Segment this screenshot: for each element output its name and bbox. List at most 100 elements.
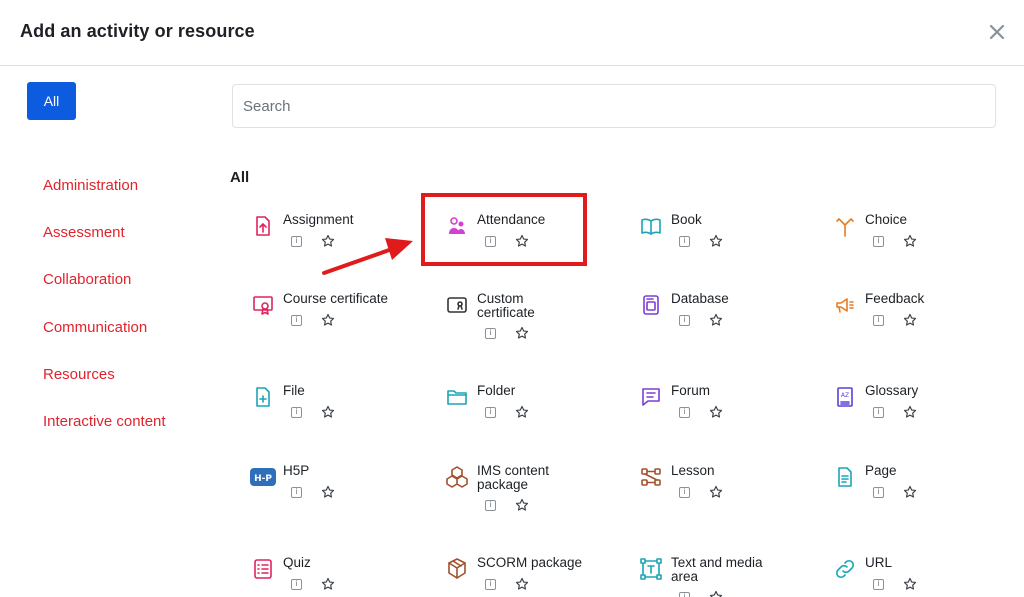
activity-text-and-media-area[interactable]: Text and media area i [638,556,818,597]
activity-name[interactable]: IMS content package [477,464,577,491]
activity-actions: i [873,234,917,248]
svg-text:AZ: AZ [841,392,849,399]
category-collaboration[interactable]: Collaboration [43,271,131,288]
activity-actions: i [485,405,529,419]
category-interactive-content[interactable]: Interactive content [43,413,166,430]
activity-name[interactable]: Feedback [865,292,1015,306]
activity-quiz[interactable]: Quiz i [250,556,430,597]
filter-all-button[interactable]: All [27,82,76,120]
activity-actions: i [291,577,335,591]
info-icon[interactable]: i [873,314,884,326]
activity-folder[interactable]: Folder i [444,384,624,444]
activity-choice[interactable]: Choice i [832,213,1012,273]
activity-name[interactable]: Book [671,213,821,227]
star-icon[interactable] [515,405,529,419]
star-icon[interactable] [321,313,335,327]
info-icon[interactable]: i [485,578,496,590]
activity-actions: i [485,577,529,591]
database-icon [638,292,664,318]
activity-name[interactable]: Lesson [671,464,821,478]
activity-name[interactable]: Assignment [283,213,433,227]
star-icon[interactable] [321,234,335,248]
activity-name[interactable]: SCORM package [477,556,627,570]
activity-feedback[interactable]: Feedback i [832,292,1012,352]
close-button[interactable] [984,19,1010,45]
activity-name[interactable]: Custom certificate [477,292,577,319]
star-icon[interactable] [903,577,917,591]
info-icon[interactable]: i [291,486,302,498]
activity-custom-certificate[interactable]: Custom certificate i [444,292,624,352]
star-icon[interactable] [321,405,335,419]
info-icon[interactable]: i [679,591,690,597]
star-icon[interactable] [515,498,529,512]
category-resources[interactable]: Resources [43,366,115,383]
activity-actions: i [291,485,335,499]
activity-name[interactable]: Glossary [865,384,1015,398]
activity-page[interactable]: Page i [832,464,1012,524]
star-icon[interactable] [709,234,723,248]
star-icon[interactable] [903,485,917,499]
activity-book[interactable]: Book i [638,213,818,273]
star-icon[interactable] [321,485,335,499]
info-icon[interactable]: i [873,578,884,590]
info-icon[interactable]: i [873,406,884,418]
activity-name[interactable]: File [283,384,433,398]
activity-database[interactable]: Database i [638,292,818,352]
activity-name[interactable]: Quiz [283,556,433,570]
star-icon[interactable] [903,405,917,419]
star-icon[interactable] [903,313,917,327]
lesson-icon [638,464,664,490]
activity-glossary[interactable]: AZ Glossary i [832,384,1012,444]
category-administration[interactable]: Administration [43,177,138,194]
info-icon[interactable]: i [679,314,690,326]
activity-name[interactable]: Database [671,292,821,306]
close-icon [989,24,1005,40]
info-icon[interactable]: i [291,406,302,418]
star-icon[interactable] [709,313,723,327]
info-icon[interactable]: i [291,314,302,326]
star-icon[interactable] [515,577,529,591]
activity-name[interactable]: Text and media area [671,556,771,583]
activity-forum[interactable]: Forum i [638,384,818,444]
activity-url[interactable]: URL i [832,556,1012,597]
star-icon[interactable] [321,577,335,591]
info-icon[interactable]: i [873,486,884,498]
info-icon[interactable]: i [679,406,690,418]
star-icon[interactable] [709,590,723,597]
activity-assignment[interactable]: Assignment i [250,213,430,273]
activity-name[interactable]: URL [865,556,1015,570]
info-icon[interactable]: i [485,327,496,339]
activity-name[interactable]: Folder [477,384,627,398]
activity-course-certificate[interactable]: Course certificate i [250,292,430,352]
star-icon[interactable] [709,485,723,499]
info-icon[interactable]: i [291,235,302,247]
info-icon[interactable]: i [291,578,302,590]
feedback-icon [832,292,858,318]
info-icon[interactable]: i [679,235,690,247]
activity-file[interactable]: File i [250,384,430,444]
category-assessment[interactable]: Assessment [43,224,125,241]
url-icon [832,556,858,582]
h5p-icon: H-P [250,464,276,490]
activity-ims-content-package[interactable]: IMS content package i [444,464,624,524]
activity-lesson[interactable]: Lesson i [638,464,818,524]
activity-name[interactable]: Forum [671,384,821,398]
activity-name[interactable]: Course certificate [283,292,433,306]
info-icon[interactable]: i [485,406,496,418]
star-icon[interactable] [709,405,723,419]
activity-scorm-package[interactable]: SCORM package i [444,556,624,597]
activity-name[interactable]: Choice [865,213,1015,227]
activity-name[interactable]: Page [865,464,1015,478]
activity-name[interactable]: H5P [283,464,433,478]
activity-actions: i [291,234,335,248]
info-icon[interactable]: i [679,486,690,498]
activity-actions: i [873,405,917,419]
activity-h5p[interactable]: H-P H5P i [250,464,430,524]
star-icon[interactable] [903,234,917,248]
activity-actions: i [679,405,723,419]
info-icon[interactable]: i [873,235,884,247]
star-icon[interactable] [515,326,529,340]
search-input[interactable] [232,84,996,128]
category-communication[interactable]: Communication [43,319,147,336]
info-icon[interactable]: i [485,499,496,511]
